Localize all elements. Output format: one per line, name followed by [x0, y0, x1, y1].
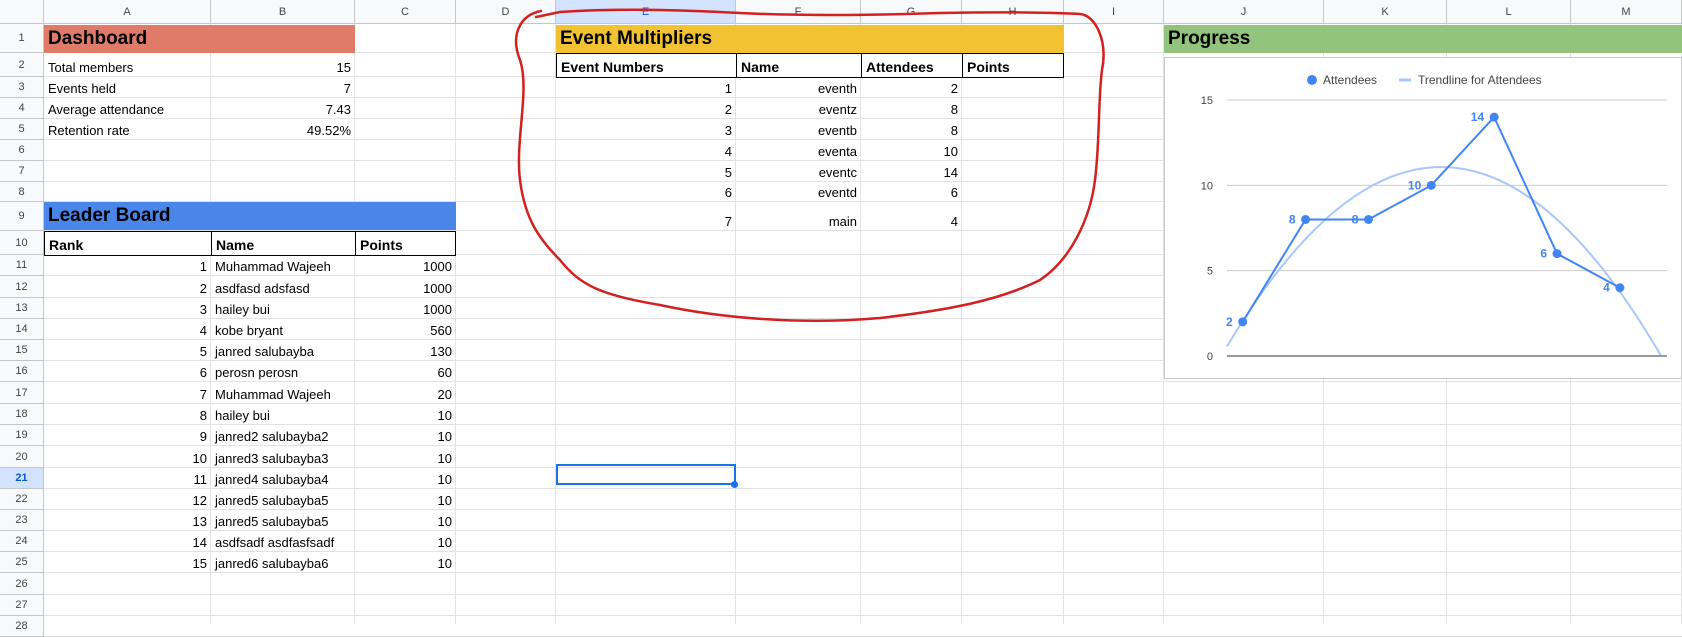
red-circle-annotation [514, 8, 1105, 323]
selected-cell-e21[interactable] [556, 464, 736, 485]
spreadsheet-grid[interactable]: ABCDEFGHIJKLM 1 2 3 4 5 6 7 8 9 10 11 12 13 14 15 16 17 1… [0, 0, 1682, 637]
freehand-annotation [514, 8, 1105, 323]
fill-handle[interactable] [731, 481, 738, 488]
